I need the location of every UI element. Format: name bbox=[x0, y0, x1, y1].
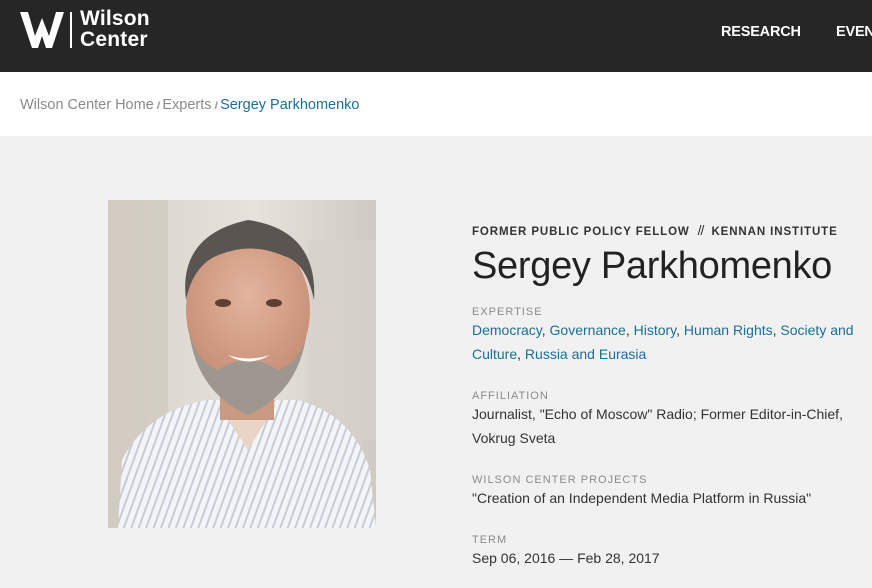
expert-photo bbox=[108, 200, 376, 528]
affiliation-section: AFFILIATION Journalist, "Echo of Moscow"… bbox=[472, 390, 852, 450]
projects-label: WILSON CENTER PROJECTS bbox=[472, 474, 648, 486]
projects-section: WILSON CENTER PROJECTS "Creation of an I… bbox=[472, 474, 867, 510]
nav-research[interactable]: RESEARCH bbox=[721, 24, 801, 40]
expertise-section: EXPERTISE Democracy, Governance, History… bbox=[472, 306, 867, 366]
expertise-link[interactable]: Governance bbox=[550, 322, 626, 338]
logo-line-2: Center bbox=[80, 28, 148, 51]
expertise-link[interactable]: History bbox=[634, 322, 677, 338]
breadcrumb-home[interactable]: Wilson Center Home bbox=[20, 97, 154, 113]
breadcrumb-separator: // bbox=[214, 101, 218, 112]
logo-wordmark[interactable]: Wilson Center bbox=[80, 8, 150, 50]
site-header: Wilson Center RESEARCH EVEN bbox=[0, 0, 872, 72]
expertise-link[interactable]: Human Rights bbox=[684, 322, 773, 338]
fellowship-line: FORMER PUBLIC POLICY FELLOW // KENNAN INST… bbox=[472, 222, 867, 238]
breadcrumb-separator: // bbox=[156, 101, 160, 112]
logo-divider bbox=[70, 12, 72, 48]
projects-text: "Creation of an Independent Media Platfo… bbox=[472, 490, 812, 506]
breadcrumb-current: Sergey Parkhomenko bbox=[220, 97, 360, 113]
role-separator: // bbox=[697, 222, 705, 238]
logo-line-1: Wilson bbox=[80, 7, 150, 30]
breadcrumb: Wilson Center Home//Experts//Sergey Park… bbox=[20, 97, 360, 113]
affiliation-label: AFFILIATION bbox=[472, 390, 549, 402]
term-section: TERM Sep 06, 2016 — Feb 28, 2017 bbox=[472, 534, 660, 570]
profile-info: FORMER PUBLIC POLICY FELLOW // KENNAN INST… bbox=[472, 222, 867, 566]
expert-name: Sergey Parkhomenko bbox=[472, 245, 833, 287]
affiliation-text: Journalist, "Echo of Moscow" Radio; Form… bbox=[472, 406, 843, 446]
nav-events[interactable]: EVEN bbox=[836, 24, 872, 40]
breadcrumb-experts[interactable]: Experts bbox=[162, 97, 211, 113]
wilson-logo-icon[interactable] bbox=[20, 12, 64, 48]
expertise-list: Democracy, Governance, History, Human Ri… bbox=[472, 322, 854, 362]
expertise-link[interactable]: Russia and Eurasia bbox=[525, 346, 646, 362]
term-label: TERM bbox=[472, 534, 508, 546]
breadcrumb-bar: Wilson Center Home//Experts//Sergey Park… bbox=[0, 72, 872, 136]
term-text: Sep 06, 2016 — Feb 28, 2017 bbox=[472, 550, 660, 566]
institute-name[interactable]: KENNAN INSTITUTE bbox=[711, 226, 837, 238]
expertise-label: EXPERTISE bbox=[472, 306, 543, 318]
expertise-link[interactable]: Democracy bbox=[472, 322, 542, 338]
role-title: FORMER PUBLIC POLICY FELLOW bbox=[472, 226, 690, 238]
